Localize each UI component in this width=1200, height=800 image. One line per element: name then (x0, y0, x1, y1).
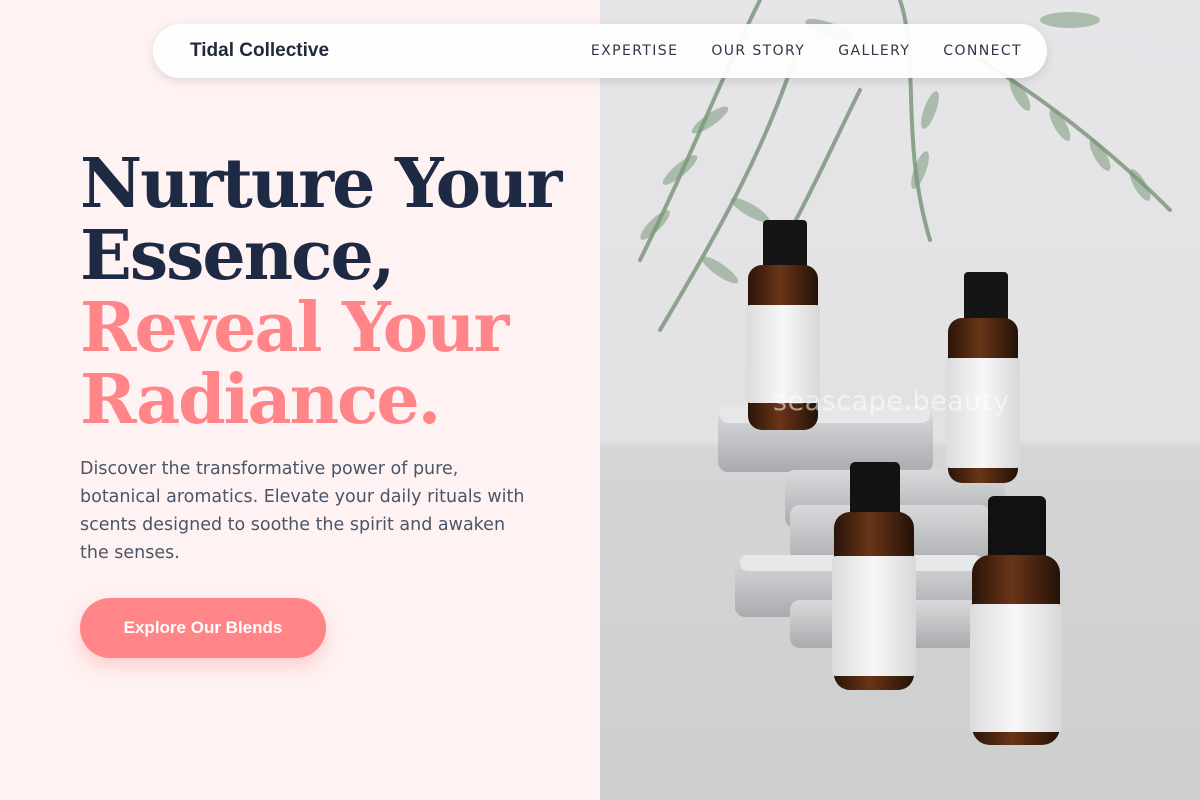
watermark: seascape.beauty (773, 386, 1010, 417)
hero-panel: Nurture Your Essence, Reveal Your Radian… (0, 0, 600, 800)
headline-accent-line-1: Reveal Your (80, 288, 509, 368)
hero-headline: Nurture Your Essence, Reveal Your Radian… (80, 144, 562, 440)
headline-line-2: Essence, (80, 216, 395, 296)
brand-logo[interactable]: Tidal Collective (190, 40, 329, 62)
hero-photo: seascape.beauty (600, 0, 1200, 800)
bottle-2 (946, 272, 1020, 483)
headline-accent-line-2: Radiance. (80, 360, 441, 440)
nav-link-our-story[interactable]: OUR STORY (711, 43, 805, 59)
headline-line-1: Nurture Your (80, 144, 562, 224)
nav-link-expertise[interactable]: EXPERTISE (591, 43, 678, 59)
hero-description: Discover the transformative power of pur… (80, 459, 525, 563)
nav-link-gallery[interactable]: GALLERY (838, 43, 910, 59)
explore-blends-button[interactable]: Explore Our Blends (80, 598, 326, 658)
top-navbar: Tidal Collective EXPERTISE OUR STORY GAL… (153, 24, 1047, 78)
nav-link-connect[interactable]: CONNECT (943, 43, 1022, 59)
nav-links: EXPERTISE OUR STORY GALLERY CONNECT (591, 43, 1022, 59)
